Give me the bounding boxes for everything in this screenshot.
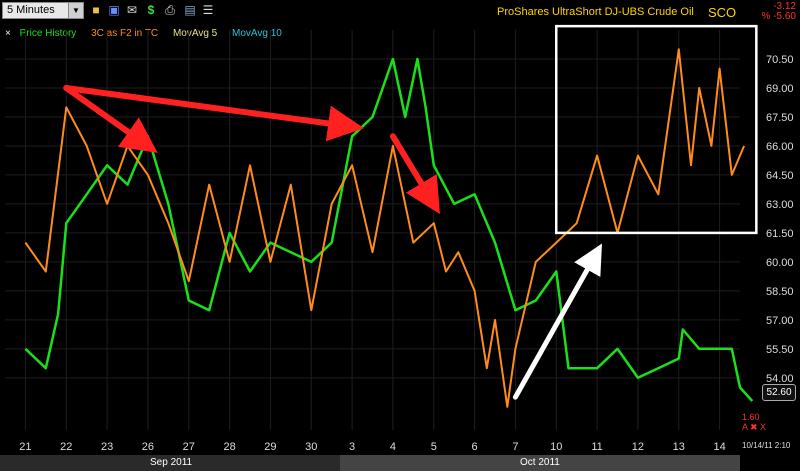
y-tick-label: 64.50 (766, 170, 794, 182)
toolbar: 5 Minutes ▼ ■ ▣ ✉ $ ⎙ ▤ ☰ ProShares Ultr… (0, 0, 800, 22)
chart-title: ProShares UltraShort DJ-UBS Crude Oil (497, 6, 694, 18)
bottom-text[interactable]: A ✖ X (742, 422, 766, 433)
price-series-line (24, 57, 754, 402)
interval-value: 5 Minutes (7, 4, 55, 16)
save-icon[interactable]: ▣ (106, 3, 122, 18)
y-tick-label: 60.00 (766, 257, 794, 269)
month-sep-band: Sep 2011 (0, 455, 340, 471)
dollar-icon[interactable]: $ (143, 3, 159, 18)
y-tick-label: 58.50 (766, 286, 794, 298)
x-tick-label: 4 (390, 441, 396, 453)
y-tick-label: 61.50 (766, 228, 794, 240)
x-tick-label: 29 (264, 441, 276, 453)
x-tick-label: 14 (713, 441, 725, 453)
x-tick-label: 23 (101, 441, 113, 453)
x-tick-label: 5 (431, 441, 437, 453)
interval-select[interactable]: 5 Minutes ▼ (2, 2, 84, 19)
x-tick-label: 26 (142, 441, 154, 453)
month-oct-band: Oct 2011 (340, 455, 740, 471)
mail-icon[interactable]: ✉ (124, 3, 140, 18)
x-tick-label: 10 (550, 441, 562, 453)
x-tick-label: 12 (632, 441, 644, 453)
change-percent: % -5.60 (761, 11, 796, 22)
x-tick-label: 13 (673, 441, 685, 453)
x-tick-label: 28 (223, 441, 235, 453)
datestamp: 10/14/11 2:10 (742, 441, 791, 450)
image-icon[interactable]: ▤ (182, 3, 198, 18)
bottom-value: 1.60 (742, 412, 760, 422)
y-tick-label: 70.50 (766, 54, 794, 66)
folder-icon[interactable]: ■ (88, 3, 104, 18)
y-tick-label: 63.00 (766, 199, 794, 211)
x-tick-label: 11 (591, 441, 602, 453)
y-tick-label: 55.50 (766, 344, 794, 356)
current-price-box: 52.60 (762, 384, 796, 401)
y-tick-label: 67.50 (766, 112, 794, 124)
month-label-oct: Oct 2011 (520, 457, 560, 468)
options-icon[interactable]: ☰ (200, 3, 216, 18)
y-tick-label: 57.00 (766, 315, 794, 327)
y-tick-label: 69.00 (766, 83, 794, 95)
month-label-sep: Sep 2011 (150, 457, 193, 468)
symbol-label: SCO (708, 5, 737, 20)
x-tick-label: 22 (60, 441, 72, 453)
bottom-info: 1.60 A ✖ X (742, 412, 766, 433)
y-tick-label: 66.00 (766, 141, 794, 153)
month-bar: Sep 2011 Oct 2011 (0, 455, 740, 471)
chevron-down-icon[interactable]: ▼ (68, 3, 83, 18)
print-icon[interactable]: ⎙ (162, 3, 178, 18)
x-tick-label: 30 (305, 441, 317, 453)
x-tick-label: 3 (349, 441, 355, 453)
indicator-series-line (24, 48, 746, 408)
x-tick-label: 21 (19, 441, 31, 453)
x-tick-label: 6 (472, 441, 478, 453)
x-tick-label: 7 (512, 441, 518, 453)
x-tick-label: 27 (183, 441, 195, 453)
chart-area[interactable]: 70.50 69.00 67.50 66.00 64.50 63.00 61.50 60.00… (0, 22, 800, 471)
